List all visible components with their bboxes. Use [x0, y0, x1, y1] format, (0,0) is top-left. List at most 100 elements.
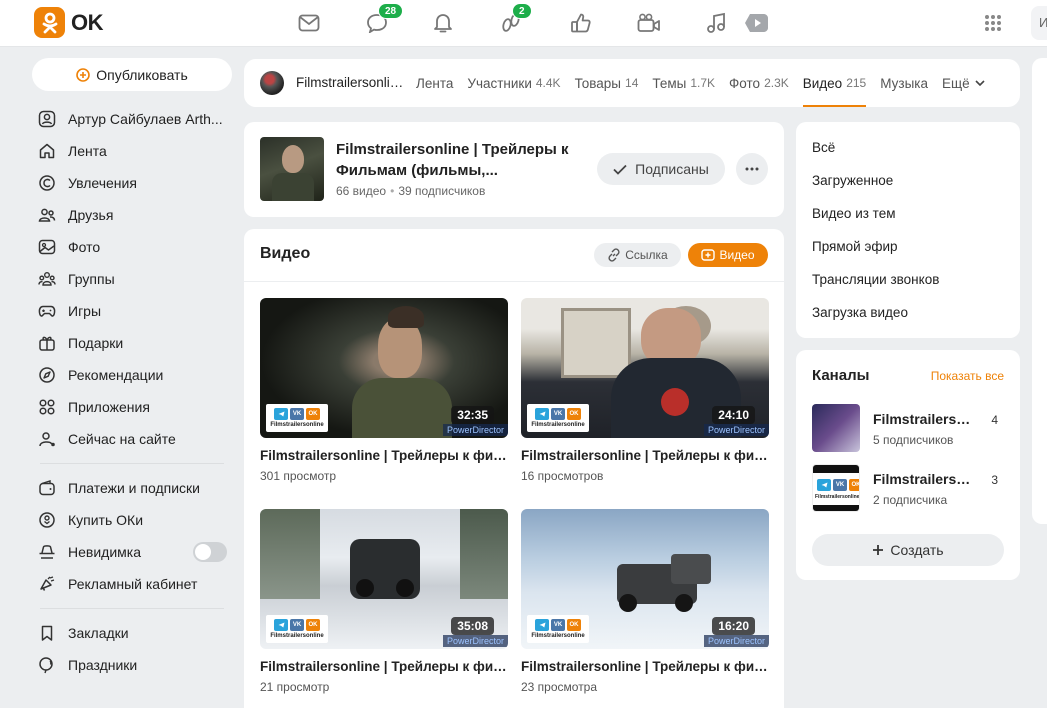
sidebar-item-online[interactable]: Сейчас на сайте [32, 423, 232, 455]
copy-link-button[interactable]: Ссылка [594, 243, 681, 267]
gamepad-icon [38, 305, 56, 317]
video-title[interactable]: Filmstrailersonline | Трейлеры к фильмам [521, 659, 769, 674]
tab-music[interactable]: Музыка [880, 59, 928, 107]
tab-more[interactable]: Ещё [942, 59, 985, 107]
more-options-button[interactable] [736, 153, 768, 185]
sidebar-item-recommendations[interactable]: Рекомендации [32, 359, 232, 391]
filter-all[interactable]: Всё [796, 131, 1020, 164]
filter-live[interactable]: Прямой эфир [796, 230, 1020, 263]
powerdirector-watermark: PowerDirector [442, 635, 508, 647]
group-avatar[interactable] [260, 71, 284, 95]
sidebar-item-holidays[interactable]: Праздники [32, 649, 232, 681]
sidebar-divider [40, 608, 224, 609]
video-duration: 24:10 [712, 406, 755, 424]
channel-name[interactable]: Filmstrailersonline [873, 411, 973, 427]
tab-group-name[interactable]: Filmstrailersonline | Трейлеры к Фильмам [296, 59, 408, 107]
sidebar-item-payments[interactable]: Платежи и подписки [32, 472, 232, 504]
powerdirector-watermark: PowerDirector [442, 424, 508, 436]
channel-item[interactable]: Filmstrailersonline 5 подписчиков 4 [812, 404, 1004, 452]
tab-photo[interactable]: Фото 2.3K [729, 59, 789, 107]
subscribed-button[interactable]: Подписаны [597, 153, 725, 185]
sidebar-item-games[interactable]: Игры [32, 295, 232, 327]
tab-video[interactable]: Видео 215 [802, 59, 867, 107]
channel-subscribers[interactable]: 39 подписчиков [398, 184, 485, 198]
hobby-icon [39, 175, 55, 191]
online-icon [39, 432, 55, 447]
apps-icon [39, 399, 55, 415]
channel-thumbnail[interactable] [260, 137, 324, 201]
tab-count: 4.4K [535, 76, 561, 90]
video-play-icon[interactable] [744, 10, 770, 36]
video-card[interactable]: VK OK Filmstrailersonline PowerDirector … [260, 509, 508, 694]
video-title[interactable]: Filmstrailersonline | Трейлеры к фильмам [260, 448, 508, 463]
filter-from-topics[interactable]: Видео из тем [796, 197, 1020, 230]
sidebar-item-gifts[interactable]: Подарки [32, 327, 232, 359]
sidebar-item-photo[interactable]: Фото [32, 231, 232, 263]
search-input[interactable]: И [1031, 6, 1047, 40]
sidebar-item-apps[interactable]: Приложения [32, 391, 232, 423]
create-channel-button[interactable]: Создать [812, 534, 1004, 566]
megaphone-icon [40, 576, 55, 591]
video-thumbnail[interactable]: VK OK Filmstrailersonline PowerDirector … [521, 509, 769, 649]
video-title[interactable]: Filmstrailersonline | Трейлеры к фильмам [521, 448, 769, 463]
messages-icon[interactable]: 28 [364, 3, 404, 36]
tab-members[interactable]: Участники 4.4K [467, 59, 560, 107]
video-title[interactable]: Filmstrailersonline | Трейлеры к фильмам [260, 659, 508, 674]
sidebar-item-label: Лента [68, 143, 107, 159]
user-icon [38, 110, 56, 128]
sidebar-item-label: Невидимка [68, 544, 141, 560]
group-tabs-bar: Filmstrailersonline | Трейлеры к Фильмам… [244, 59, 1020, 107]
sidebar-item-groups[interactable]: Группы [32, 263, 232, 295]
bell-icon[interactable] [430, 10, 456, 36]
filter-uploaded[interactable]: Загруженное [796, 164, 1020, 197]
channel-title[interactable]: Filmstrailersonline | Трейлеры к Фильмам… [336, 139, 596, 181]
plus-icon [873, 545, 884, 555]
vk-icon: VK [551, 619, 565, 631]
guests-icon[interactable]: 2 [498, 3, 532, 36]
channel-thumbnail [812, 404, 860, 452]
watermark-text: Filmstrailersonline [270, 633, 324, 639]
publish-button[interactable]: Опубликовать [32, 58, 232, 91]
tab-count: 1.7K [690, 76, 716, 90]
thumbs-up-icon[interactable] [568, 10, 594, 36]
video-thumbnail[interactable]: VK OK Filmstrailersonline PowerDirector … [260, 298, 508, 438]
channel-name[interactable]: Filmstrailersonline [873, 471, 973, 487]
home-icon [39, 143, 55, 159]
video-card[interactable]: VK OK Filmstrailersonline PowerDirector … [260, 298, 508, 483]
filter-call-streams[interactable]: Трансляции звонков [796, 263, 1020, 296]
video-duration: 32:35 [451, 406, 494, 424]
show-all-link[interactable]: Показать все [931, 369, 1004, 383]
sidebar-item-ads[interactable]: Рекламный кабинет [32, 568, 232, 600]
sidebar-item-profile[interactable]: Артур Сайбулаев Arth... [32, 103, 232, 135]
messages-badge: 28 [378, 3, 404, 19]
video-thumbnail[interactable]: VK OK Filmstrailersonline PowerDirector … [521, 298, 769, 438]
tab-feed[interactable]: Лента [416, 59, 453, 107]
sidebar-divider [40, 463, 224, 464]
sidebar-item-hobbies[interactable]: Увлечения [32, 167, 232, 199]
tab-products[interactable]: Товары 14 [575, 59, 639, 107]
video-card[interactable]: VK OK Filmstrailersonline PowerDirector … [521, 509, 769, 694]
sidebar-item-invisible[interactable]: Невидимка [32, 536, 232, 568]
tab-count: 2.3K [764, 76, 789, 90]
invisible-toggle[interactable] [193, 542, 227, 562]
music-icon[interactable] [703, 10, 729, 36]
video-thumbnail[interactable]: VK OK Filmstrailersonline PowerDirector … [260, 509, 508, 649]
tab-label: Видео [802, 75, 843, 91]
sidebar-item-friends[interactable]: Друзья [32, 199, 232, 231]
watermark: VK OK Filmstrailersonline [266, 615, 328, 643]
sidebar-item-buy-oki[interactable]: Купить ОКи [32, 504, 232, 536]
filter-upload-video[interactable]: Загрузка видео [796, 296, 1020, 329]
ok-logo[interactable]: OK [34, 7, 104, 38]
tab-topics[interactable]: Темы 1.7K [652, 59, 715, 107]
telegram-icon [274, 619, 288, 631]
apps-grid-icon[interactable] [984, 14, 1002, 37]
sidebar-item-feed[interactable]: Лента [32, 135, 232, 167]
channel-item[interactable]: VK OK Filmstrailersonline Filmstrailerso… [812, 464, 1004, 512]
video-card[interactable]: VK OK Filmstrailersonline PowerDirector … [521, 298, 769, 483]
upload-video-button[interactable]: Видео [688, 243, 768, 267]
sidebar-item-label: Рекламный кабинет [68, 576, 198, 592]
video-camera-icon[interactable] [636, 10, 662, 36]
sidebar-item-bookmarks[interactable]: Закладки [32, 617, 232, 649]
link-icon [608, 248, 620, 262]
mail-icon[interactable] [296, 10, 322, 36]
